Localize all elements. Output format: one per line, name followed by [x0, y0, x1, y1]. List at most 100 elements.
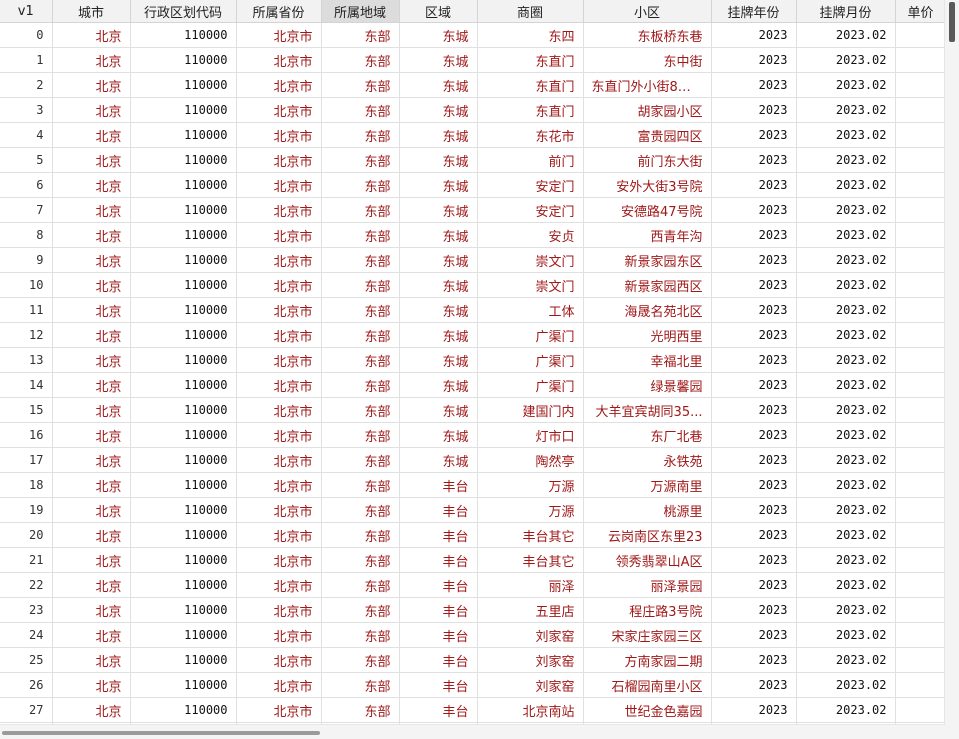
table-cell[interactable]: 2023.02 [796, 172, 896, 198]
row-index-cell[interactable]: 17 [0, 447, 53, 473]
table-cell[interactable]: 2023 [711, 322, 797, 348]
table-cell[interactable]: 2023.02 [796, 372, 896, 398]
table-cell[interactable]: 东部 [321, 222, 400, 248]
row-index-cell[interactable]: 27 [0, 697, 53, 723]
table-cell[interactable]: 东部 [321, 72, 400, 98]
table-cell[interactable]: 广渠门 [477, 322, 584, 348]
table-cell[interactable]: 北京 [52, 297, 131, 323]
table-cell[interactable]: 2023.02 [796, 597, 896, 623]
table-cell[interactable]: 北京 [52, 422, 131, 448]
table-cell[interactable]: 北京市 [236, 497, 322, 523]
column-header[interactable]: 挂牌年份 [711, 0, 797, 23]
table-cell[interactable]: 北京南站 [477, 697, 584, 723]
row-index-cell[interactable]: 5 [0, 147, 53, 173]
table-cell[interactable]: 东城 [399, 197, 478, 223]
table-cell[interactable]: 东城 [399, 47, 478, 73]
row-index-cell[interactable]: 11 [0, 297, 53, 323]
table-cell[interactable]: 北京 [52, 247, 131, 273]
table-cell[interactable]: 北京市 [236, 672, 322, 698]
table-cell[interactable]: 丰台 [399, 522, 478, 548]
horizontal-scroll-thumb[interactable] [2, 731, 320, 735]
table-cell[interactable]: 2023.02 [796, 672, 896, 698]
table-cell[interactable]: 110000 [130, 697, 237, 723]
table-cell[interactable] [895, 647, 945, 673]
table-cell[interactable]: 北京 [52, 222, 131, 248]
row-index-cell[interactable]: 20 [0, 522, 53, 548]
table-cell[interactable]: 东直门 [477, 47, 584, 73]
table-cell[interactable]: 海晟名苑北区 [583, 297, 712, 323]
table-cell[interactable]: 北京市 [236, 47, 322, 73]
table-cell[interactable]: 2023.02 [796, 22, 896, 48]
table-cell[interactable]: 110000 [130, 672, 237, 698]
row-index-cell[interactable]: 9 [0, 247, 53, 273]
table-cell[interactable]: 2023 [711, 372, 797, 398]
table-cell[interactable]: 石榴园南里小区 [583, 672, 712, 698]
row-index-cell[interactable]: 26 [0, 672, 53, 698]
table-row[interactable]: 14 北京 110000 北京市 东部 东城 广渠门 绿景馨园 2023 2023.02 [0, 372, 945, 398]
horizontal-scrollbar[interactable] [0, 724, 945, 739]
table-cell[interactable]: 2023.02 [796, 247, 896, 273]
table-cell[interactable] [895, 522, 945, 548]
table-cell[interactable] [895, 222, 945, 248]
table-row[interactable]: 12 北京 110000 北京市 东部 东城 广渠门 光明西里 2023 2023.02 [0, 322, 945, 348]
table-cell[interactable]: 北京市 [236, 597, 322, 623]
table-cell[interactable]: 北京 [52, 597, 131, 623]
row-index-cell[interactable]: 21 [0, 547, 53, 573]
table-cell[interactable]: 刘家窑 [477, 622, 584, 648]
table-cell[interactable]: 北京市 [236, 247, 322, 273]
table-cell[interactable]: 2023.02 [796, 122, 896, 148]
table-cell[interactable]: 世纪金色嘉园 [583, 697, 712, 723]
table-cell[interactable]: 东部 [321, 672, 400, 698]
table-cell[interactable]: 新景家园东区 [583, 247, 712, 273]
table-cell[interactable]: 陶然亭 [477, 447, 584, 473]
table-cell[interactable]: 2023 [711, 397, 797, 423]
table-row[interactable]: 23 北京 110000 北京市 东部 丰台 五里店 程庄路3号院 2023 2023.02 [0, 597, 945, 623]
table-cell[interactable]: 2023 [711, 347, 797, 373]
table-cell[interactable]: 2023.02 [796, 147, 896, 173]
column-header[interactable]: 区域 [399, 0, 478, 23]
table-cell[interactable]: 东部 [321, 247, 400, 273]
table-cell[interactable]: 110000 [130, 372, 237, 398]
column-header[interactable]: 城市 [52, 0, 131, 23]
row-index-cell[interactable]: 18 [0, 472, 53, 498]
table-cell[interactable]: 110000 [130, 197, 237, 223]
table-cell[interactable]: 西青年沟 [583, 222, 712, 248]
table-cell[interactable]: 东部 [321, 122, 400, 148]
table-cell[interactable]: 北京 [52, 22, 131, 48]
table-row[interactable]: 20 北京 110000 北京市 东部 丰台 丰台其它 云岗南区东里23 2023 2023.02 [0, 522, 945, 548]
table-cell[interactable]: 110000 [130, 247, 237, 273]
table-cell[interactable]: 东部 [321, 422, 400, 448]
table-cell[interactable]: 2023 [711, 147, 797, 173]
row-index-cell[interactable]: 13 [0, 347, 53, 373]
table-cell[interactable]: 北京市 [236, 197, 322, 223]
table-cell[interactable]: 广渠门 [477, 372, 584, 398]
table-cell[interactable]: 东部 [321, 22, 400, 48]
table-cell[interactable]: 东花市 [477, 122, 584, 148]
data-grid[interactable]: v1 城市 行政区划代码 所属省份 所属地域 区域 商圈 小区 挂牌年份 挂牌月份 单价 0 北京 11… [0, 0, 945, 725]
table-cell[interactable] [895, 447, 945, 473]
table-cell[interactable]: 丰台 [399, 497, 478, 523]
table-cell[interactable]: 东城 [399, 322, 478, 348]
table-cell[interactable] [895, 122, 945, 148]
row-index-cell[interactable]: 25 [0, 647, 53, 673]
table-cell[interactable]: 2023.02 [796, 222, 896, 248]
table-cell[interactable]: 大羊宜宾胡同35... [583, 397, 712, 423]
column-header[interactable]: 单价 [895, 0, 945, 23]
table-cell[interactable]: 东部 [321, 172, 400, 198]
table-cell[interactable]: 工体 [477, 297, 584, 323]
table-cell[interactable]: 东部 [321, 647, 400, 673]
table-cell[interactable]: 东城 [399, 297, 478, 323]
table-cell[interactable]: 北京 [52, 372, 131, 398]
table-cell[interactable]: 2023.02 [796, 647, 896, 673]
table-cell[interactable]: 东城 [399, 72, 478, 98]
table-cell[interactable]: 丰台 [399, 597, 478, 623]
table-cell[interactable]: 2023.02 [796, 622, 896, 648]
table-cell[interactable]: 110000 [130, 422, 237, 448]
table-cell[interactable]: 北京 [52, 322, 131, 348]
table-cell[interactable]: 东中街 [583, 47, 712, 73]
table-cell[interactable]: 东城 [399, 247, 478, 273]
table-cell[interactable]: 五里店 [477, 597, 584, 623]
table-cell[interactable]: 北京 [52, 147, 131, 173]
table-cell[interactable]: 安定门 [477, 172, 584, 198]
table-cell[interactable]: 光明西里 [583, 322, 712, 348]
